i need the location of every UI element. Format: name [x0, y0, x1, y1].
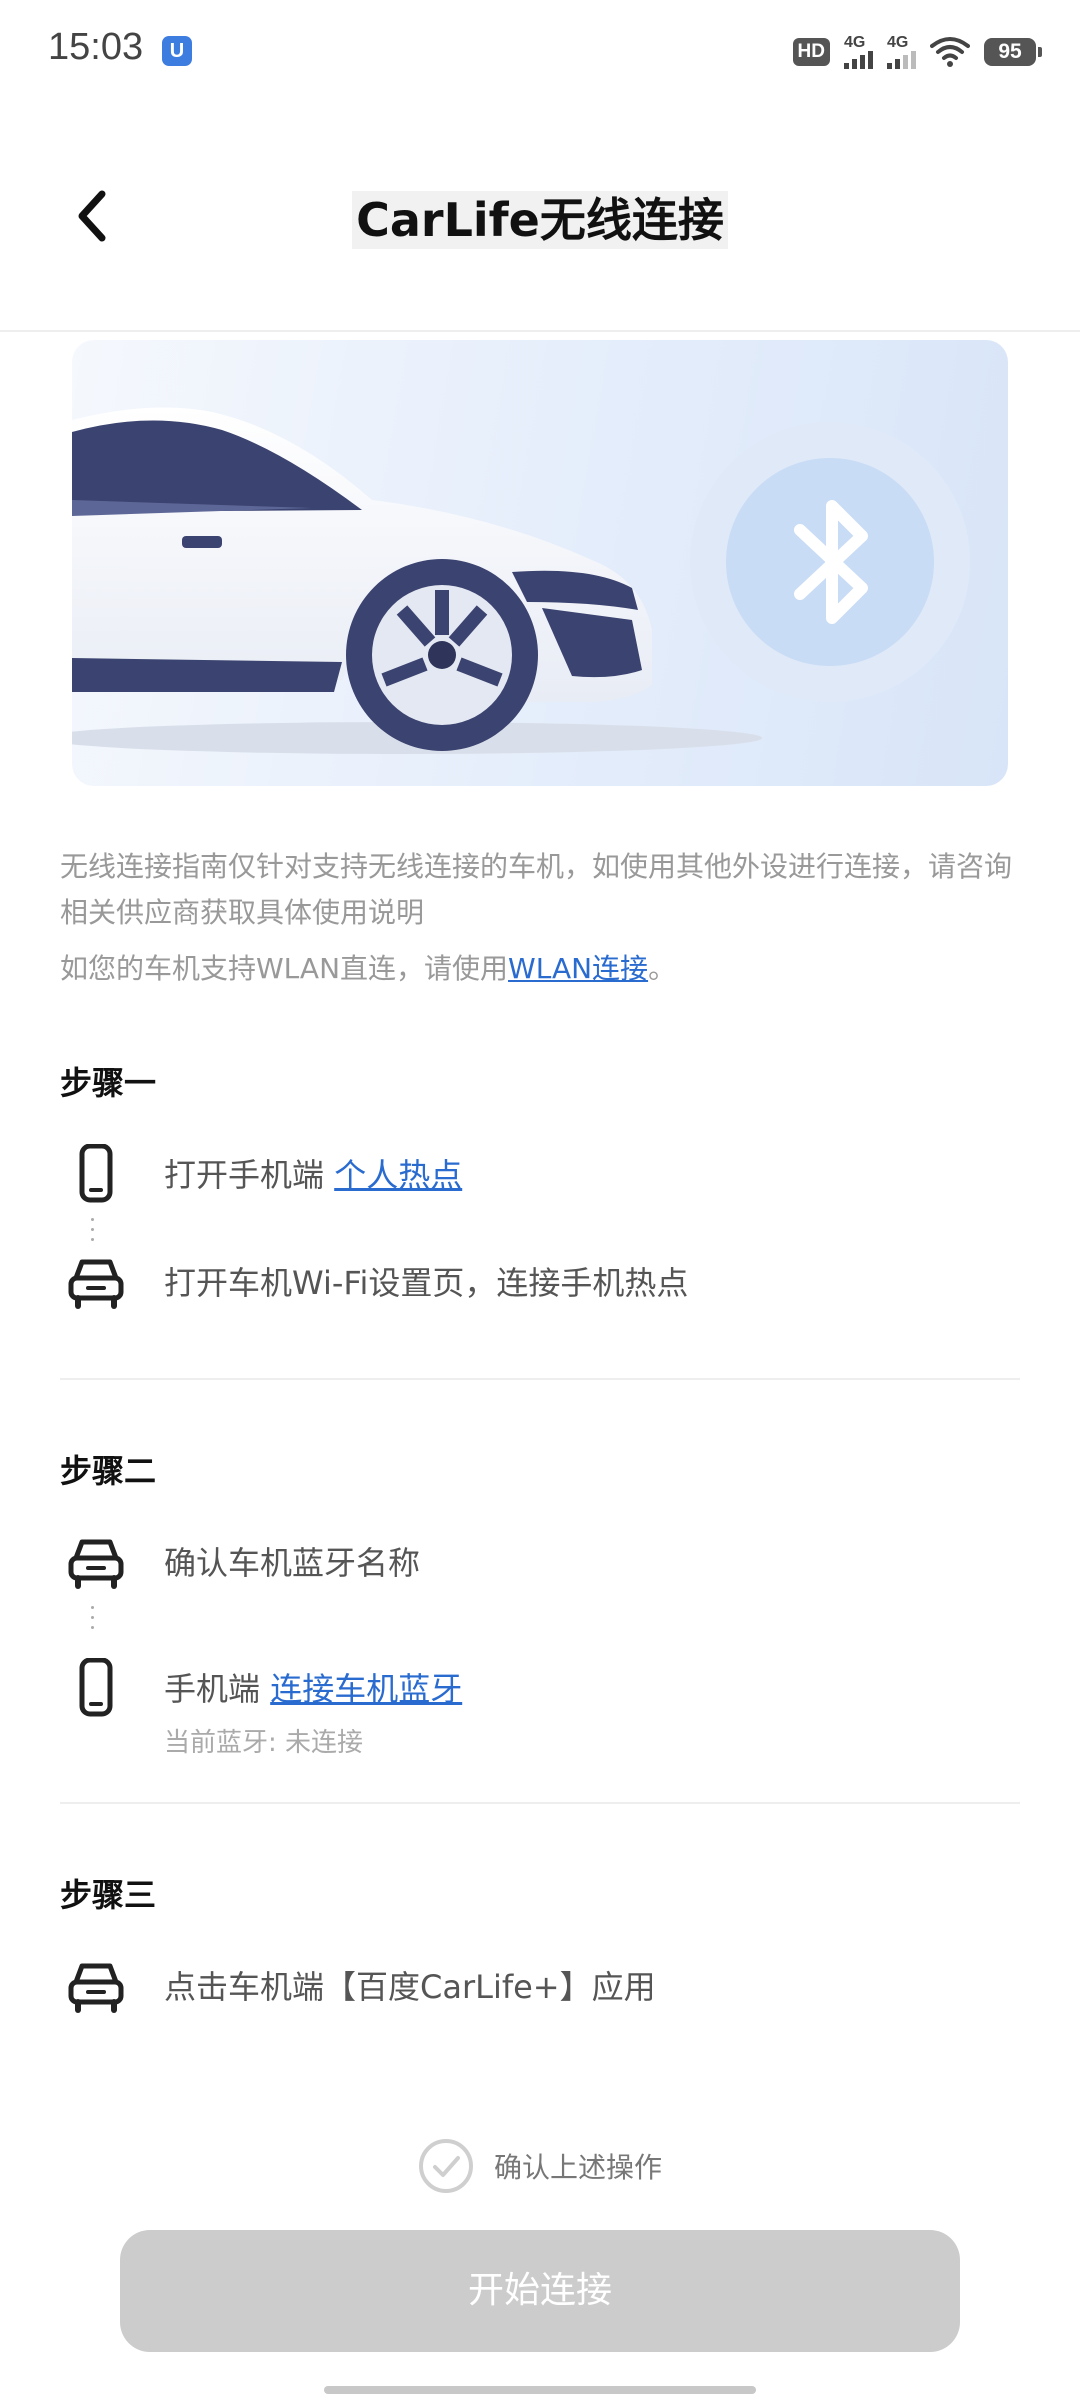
phone-icon [79, 1144, 113, 1203]
bluetooth-status: 当前蓝牙: 未连接 [164, 1728, 364, 1758]
wlan-connect-link[interactable]: WLAN连接 [508, 952, 648, 985]
page-title: CarLife无线连接 [0, 184, 1080, 250]
signal-4g-icon: 4G [887, 35, 916, 69]
home-indicator[interactable] [324, 2386, 756, 2394]
step-1-title: 步骤一 [60, 1064, 157, 1102]
step-connector [91, 1606, 95, 1636]
car-icon [68, 1963, 124, 2013]
divider [60, 1802, 1020, 1804]
step-3-item-1: 点击车机端【百度CarLife+】应用 [60, 1948, 1020, 2028]
hd-voice-icon: HD [792, 38, 830, 66]
confirm-checkbox[interactable]: 确认上述操作 [0, 2136, 1080, 2196]
app-notification-icon: U [162, 36, 192, 66]
step-2-item-2: 手机端 连接车机蓝牙 当前蓝牙: 未连接 [60, 1650, 1020, 1758]
connect-car-bluetooth-link[interactable]: 连接车机蓝牙 [270, 1670, 462, 1708]
start-connect-button[interactable]: 开始连接 [120, 2230, 960, 2352]
checkmark-circle-icon[interactable] [418, 2138, 474, 2194]
status-bar: 15:03 U HD 4G 4G 95 [0, 0, 1080, 100]
step-2-item-1: 确认车机蓝牙名称 [60, 1524, 1020, 1604]
step-3-title: 步骤三 [60, 1876, 157, 1914]
status-time: 15:03 [48, 26, 144, 68]
car-icon [68, 1539, 124, 1589]
battery-icon: 95 [984, 38, 1042, 66]
personal-hotspot-link[interactable]: 个人热点 [334, 1156, 462, 1194]
signal-4g-icon: 4G [844, 35, 873, 69]
wireless-guide-note: 无线连接指南仅针对支持无线连接的车机，如使用其他外设进行连接，请咨询相关供应商获… [60, 850, 1013, 929]
phone-icon [79, 1658, 113, 1717]
step-2-title: 步骤二 [60, 1452, 157, 1490]
status-indicators: HD 4G 4G 95 [792, 30, 1042, 74]
step-1-item-1: 打开手机端 个人热点 [60, 1136, 1020, 1216]
wifi-icon [930, 37, 970, 67]
step-1-item-2: 打开车机Wi-Fi设置页，连接手机热点 [60, 1244, 1020, 1324]
divider [60, 1378, 1020, 1380]
app-header: CarLife无线连接 [0, 140, 1080, 332]
wlan-note: 如您的车机支持WLAN直连，请使用WLAN连接。 [60, 952, 677, 985]
confirm-label: 确认上述操作 [493, 2151, 662, 2184]
car-bluetooth-illustration [72, 340, 1008, 786]
car-icon [68, 1259, 124, 1309]
